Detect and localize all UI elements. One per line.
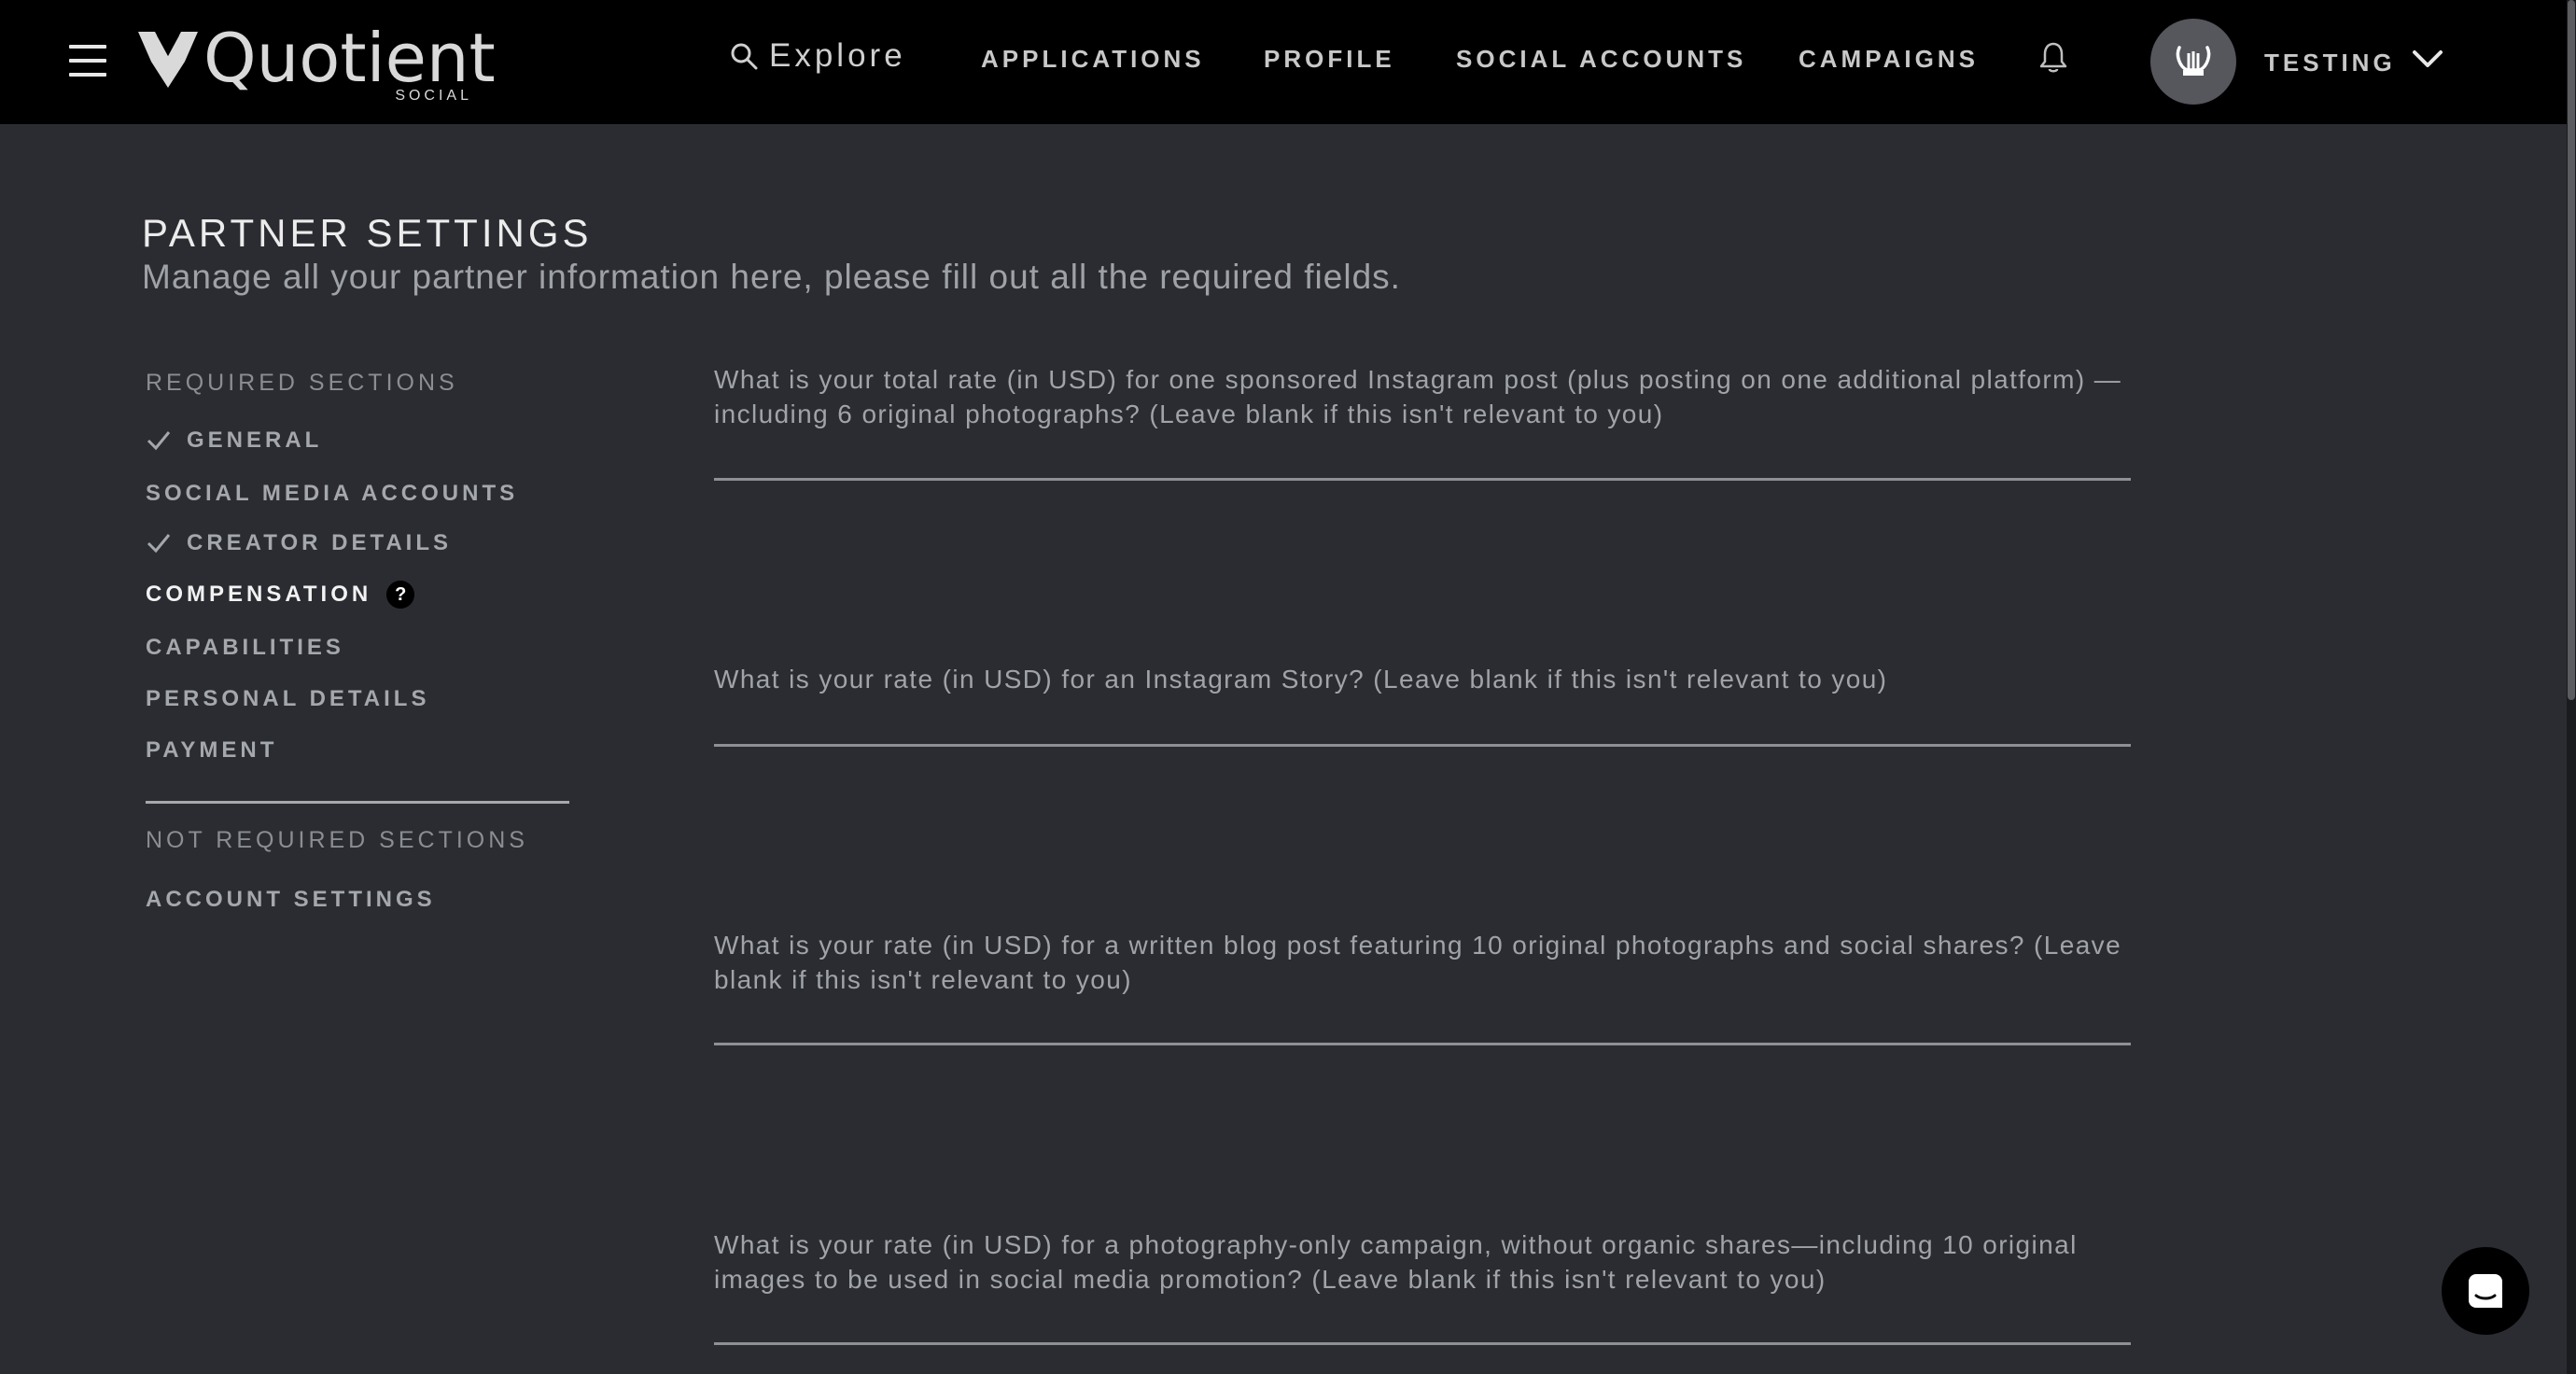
nav-profile[interactable]: PROFILE xyxy=(1264,45,1395,74)
photography-campaign-rate-input[interactable] xyxy=(714,1299,2131,1340)
sidebar-item-label: PERSONAL DETAILS xyxy=(146,686,430,711)
instagram-story-rate-input[interactable] xyxy=(714,700,2131,741)
nav-social-accounts[interactable]: SOCIAL ACCOUNTS xyxy=(1456,45,1746,74)
quotient-shield-icon xyxy=(138,32,198,88)
sidebar-item-label: CREATOR DETAILS xyxy=(187,530,453,555)
sidebar-item-general[interactable]: GENERAL xyxy=(146,428,322,454)
sidebar-item-label: COMPENSATION xyxy=(146,582,372,607)
sidebar-item-label: CAPABILITIES xyxy=(146,635,344,660)
avatar[interactable] xyxy=(2150,19,2236,105)
lyre-avatar-icon xyxy=(2176,46,2211,76)
question-instagram-post-label: What is your total rate (in USD) for one… xyxy=(714,365,2122,428)
explore-search[interactable]: Explore xyxy=(730,35,906,77)
sidebar-item-capabilities[interactable]: CAPABILITIES xyxy=(146,635,344,661)
answer-underline xyxy=(714,1342,2131,1345)
sidebar-divider xyxy=(146,801,569,804)
page-scrollbar[interactable] xyxy=(2567,0,2576,1374)
menu-icon[interactable] xyxy=(69,45,106,77)
sidebar-item-creator-details[interactable]: CREATOR DETAILS xyxy=(146,530,452,556)
question-instagram-story-label: What is your rate (in USD) for an Instag… xyxy=(714,665,1888,694)
answer-underline xyxy=(714,1043,2131,1045)
question-photography-campaign-label: What is your rate (in USD) for a photogr… xyxy=(714,1230,2078,1294)
sidebar-item-label: ACCOUNT SETTINGS xyxy=(146,887,436,912)
nav-applications[interactable]: APPLICATIONS xyxy=(981,45,1205,74)
blog-post-rate-input[interactable] xyxy=(714,1000,2131,1041)
page-subtitle: Manage all your partner information here… xyxy=(142,258,1401,296)
question-blog-post-label: What is your rate (in USD) for a written… xyxy=(714,931,2122,994)
chevron-down-icon[interactable] xyxy=(2412,49,2443,69)
answer-underline xyxy=(714,744,2131,747)
checkmark-icon xyxy=(147,431,171,451)
sidebar-item-account-settings[interactable]: ACCOUNT SETTINGS xyxy=(146,887,436,913)
brand-logo[interactable]: Quotient SOCIAL xyxy=(136,19,496,105)
brand-subtitle: SOCIAL xyxy=(395,88,472,104)
bell-icon[interactable] xyxy=(2038,41,2068,75)
sidebar-item-label: SOCIAL MEDIA ACCOUNTS xyxy=(146,481,519,506)
sidebar-item-compensation[interactable]: COMPENSATION ? xyxy=(146,581,415,609)
checkmark-icon xyxy=(147,534,171,554)
explore-label: Explore xyxy=(769,37,906,74)
help-icon[interactable]: ? xyxy=(386,581,415,609)
sidebar-item-personal-details[interactable]: PERSONAL DETAILS xyxy=(146,686,429,712)
chat-launcher-button[interactable] xyxy=(2442,1247,2529,1335)
user-menu-name[interactable]: TESTING xyxy=(2264,49,2396,77)
sidebar-item-label: PAYMENT xyxy=(146,737,278,763)
answer-underline xyxy=(714,478,2131,481)
scrollbar-thumb[interactable] xyxy=(2568,0,2575,700)
sidebar-item-social-media-accounts[interactable]: SOCIAL MEDIA ACCOUNTS xyxy=(146,481,518,507)
instagram-post-rate-input[interactable] xyxy=(714,434,2131,475)
not-required-sections-heading: NOT REQUIRED SECTIONS xyxy=(146,827,528,853)
brand-wordmark: Quotient xyxy=(203,19,496,97)
page-title: PARTNER SETTINGS xyxy=(142,211,593,255)
nav-campaigns[interactable]: CAMPAIGNS xyxy=(1799,45,1979,74)
sidebar-item-label: GENERAL xyxy=(187,428,323,453)
chat-icon xyxy=(2469,1274,2502,1308)
sidebar-item-payment[interactable]: PAYMENT xyxy=(146,737,277,764)
search-icon xyxy=(731,43,758,70)
top-navigation-bar: Quotient SOCIAL Explore APPLICATIONS PRO… xyxy=(0,0,2576,124)
required-sections-heading: REQUIRED SECTIONS xyxy=(146,370,458,396)
